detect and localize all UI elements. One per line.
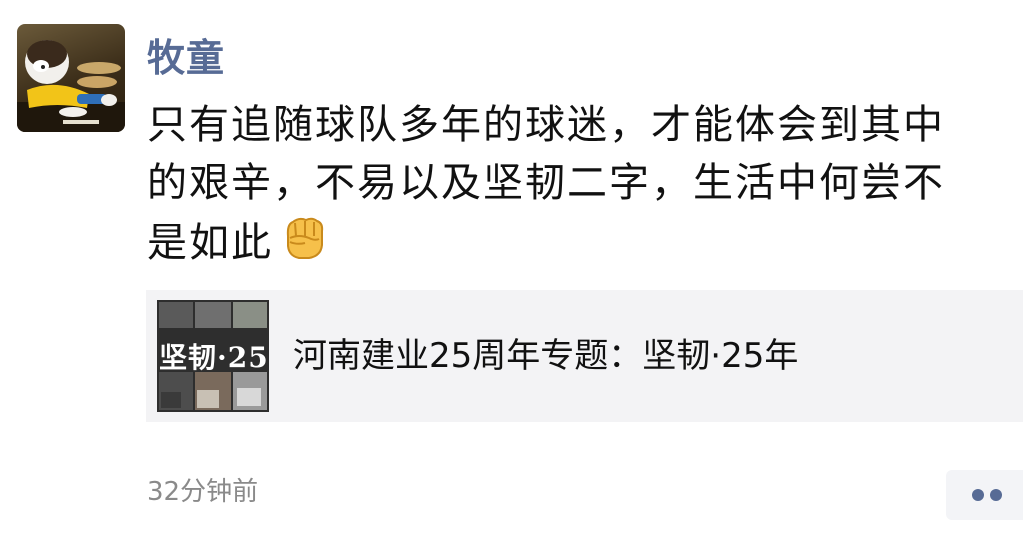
content-line: 的艰辛，不易以及坚韧二字，生活中何尝不 xyxy=(147,160,945,206)
content-line: 只有追随球队多年的球迷，才能体会到其中 xyxy=(147,102,945,148)
post-content: 只有追随球队多年的球迷，才能体会到其中 的艰辛，不易以及坚韧二字，生活中何尝不 是如… xyxy=(147,96,997,278)
more-options-button[interactable] xyxy=(946,470,1023,520)
more-dots-icon xyxy=(972,489,984,501)
avatar[interactable] xyxy=(17,24,125,132)
thumbnail-title: 坚韧·25 xyxy=(159,341,269,374)
post-timestamp: 32分钟前 xyxy=(147,477,259,507)
author-name[interactable]: 牧童 xyxy=(147,30,225,86)
moments-post: 牧童 只有追随球队多年的球迷，才能体会到其中 的艰辛，不易以及坚韧二字，生活中何尝… xyxy=(0,0,1023,554)
avatar-image xyxy=(17,40,125,132)
more-dots-icon xyxy=(990,489,1002,501)
fist-emoji-icon xyxy=(279,212,329,278)
content-line: 是如此 xyxy=(147,220,273,266)
shared-link-card[interactable]: 坚韧·25 河南建业25周年专题：坚韧·25年 xyxy=(146,290,1023,422)
link-card-title[interactable]: 河南建业25周年专题：坚韧·25年 xyxy=(293,333,798,379)
link-thumbnail: 坚韧·25 xyxy=(157,300,269,412)
